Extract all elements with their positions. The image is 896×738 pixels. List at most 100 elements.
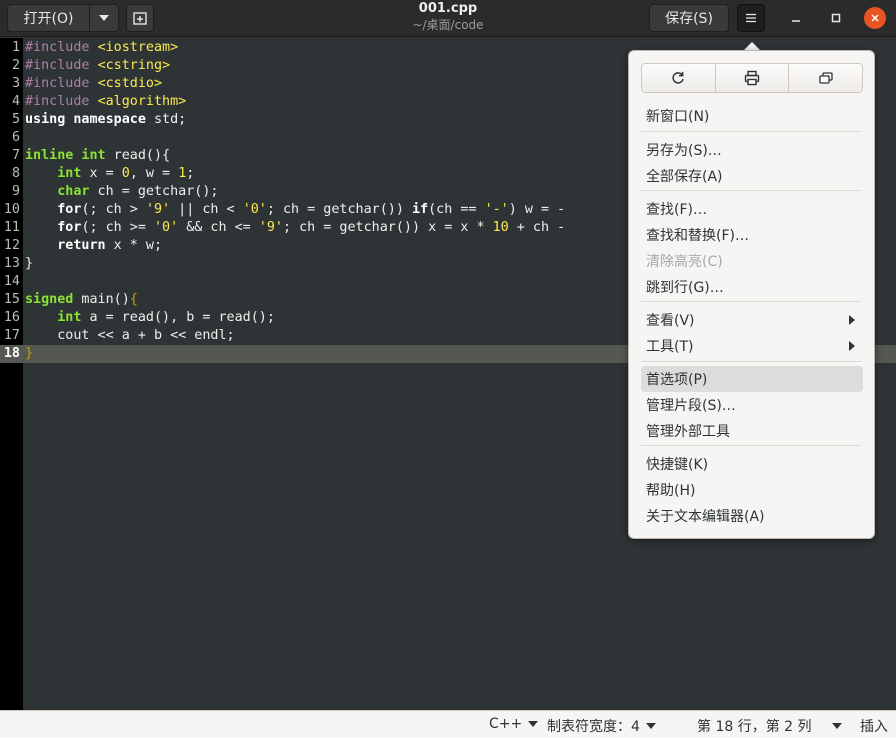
code-text: int x = 0, w = 1;: [25, 165, 194, 183]
code-token: + ch -: [508, 220, 566, 235]
menu-find[interactable]: 查找(F)…: [641, 196, 863, 222]
code-token: && ch <=: [178, 220, 259, 235]
menu-item-label: 跳到行(G)…: [646, 280, 724, 296]
menu-help[interactable]: 帮助(H): [641, 477, 863, 503]
line-number: 6: [11, 130, 20, 145]
open-button[interactable]: 打开(O): [8, 5, 90, 31]
code-token: <cstring>: [97, 58, 171, 73]
line-number: 2: [11, 58, 20, 73]
fullscreen-icon: [819, 72, 833, 84]
code-token: }: [25, 256, 34, 271]
menu-item-label: 管理片段(S)…: [646, 398, 736, 414]
menu-new-window[interactable]: 新窗口(N): [641, 103, 863, 129]
window-subtitle: ~/桌面/code: [412, 18, 484, 32]
code-token: char: [57, 184, 90, 199]
menu-shortcuts[interactable]: 快捷键(K): [641, 451, 863, 477]
new-tab-icon: [133, 12, 147, 25]
minimize-icon: [792, 20, 800, 22]
code-token: 0: [121, 166, 130, 181]
code-token: , w =: [129, 166, 179, 181]
menu-find-replace[interactable]: 查找和替换(F)…: [641, 222, 863, 248]
code-token: ch = getchar();: [89, 184, 219, 199]
code-token: || ch <: [170, 202, 243, 217]
language-selector[interactable]: C++: [489, 716, 539, 732]
open-recent-dropdown[interactable]: [90, 5, 118, 31]
menu-item-label: 另存为(S)…: [646, 143, 722, 159]
code-token: <cstdio>: [97, 76, 163, 91]
code-text: inline int read(){: [25, 147, 170, 165]
open-button-group[interactable]: 打开(O): [7, 4, 119, 32]
minimize-button[interactable]: [784, 6, 808, 30]
code-token: (; ch >: [81, 202, 146, 217]
line-number: 1: [11, 40, 20, 55]
code-token: return: [57, 238, 106, 253]
menu-item-label: 新窗口(N): [646, 109, 710, 125]
code-token: ; ch = getchar()) x = x *: [283, 220, 493, 235]
code-token: if: [412, 202, 429, 217]
code-text: signed main(){: [25, 291, 138, 309]
code-text: return x * w;: [25, 237, 162, 255]
menu-go-to-line[interactable]: 跳到行(G)…: [641, 274, 863, 300]
close-button[interactable]: [864, 7, 886, 29]
chevron-down-icon: [831, 723, 842, 729]
insert-mode-indicator[interactable]: 插入: [860, 716, 888, 736]
chevron-right-icon: [849, 315, 855, 325]
menu-icon-row: [641, 63, 863, 93]
tab-width-selector[interactable]: 制表符宽度：4: [547, 716, 656, 736]
line-number: 15: [3, 292, 20, 307]
cursor-position-selector[interactable]: 第 18 行，第 2 列: [697, 716, 842, 736]
code-token: x =: [81, 166, 122, 181]
tab-width-label: 制表符宽度：4: [547, 719, 640, 735]
main-menu-popover: 新窗口(N) 另存为(S)… 全部保存(A) 查找(F)… 查找和替换(F)… 清除高亮(…: [628, 50, 875, 539]
code-token: '0': [242, 202, 267, 217]
language-label: C++: [489, 716, 523, 732]
code-text: cout << a + b << endl;: [25, 327, 234, 345]
hamburger-menu-button[interactable]: [737, 4, 765, 32]
line-number: 4: [11, 94, 20, 109]
menu-save-all[interactable]: 全部保存(A): [641, 163, 863, 189]
menu-preferences[interactable]: 首选项(P): [641, 366, 863, 392]
code-token: (; ch >=: [81, 220, 154, 235]
print-button[interactable]: [715, 64, 790, 92]
menu-view[interactable]: 查看(V): [641, 307, 863, 333]
menu-separator: [641, 361, 861, 362]
close-icon: [871, 14, 879, 22]
line-number: 13: [3, 256, 20, 271]
chevron-down-icon: [99, 15, 109, 21]
menu-manage-snippets[interactable]: 管理片段(S)…: [641, 392, 863, 418]
code-token: (ch ==: [428, 202, 485, 217]
maximize-button[interactable]: [824, 6, 848, 30]
line-number: 11: [3, 220, 20, 235]
fullscreen-button[interactable]: [789, 64, 862, 92]
status-bar: C++ 制表符宽度：4 第 18 行，第 2 列 插入: [0, 710, 896, 738]
code-token: '9': [145, 202, 171, 217]
code-token: <iostream>: [97, 40, 179, 55]
menu-item-label: 查看(V): [646, 313, 695, 329]
code-text: char ch = getchar();: [25, 183, 219, 201]
code-text: #include <cstring>: [25, 57, 170, 75]
line-number: 16: [3, 310, 20, 325]
menu-item-label: 清除高亮(C): [646, 254, 723, 270]
code-token: for: [57, 202, 82, 217]
code-token: std;: [145, 112, 187, 127]
code-text: #include <algorithm>: [25, 93, 186, 111]
header-bar: 打开(O) 001.cpp ~/桌面/code 保存(S): [0, 0, 896, 37]
reload-button[interactable]: [642, 64, 716, 92]
save-button[interactable]: 保存(S): [649, 4, 729, 32]
menu-item-label: 查找和替换(F)…: [646, 228, 749, 244]
code-token: '9': [258, 220, 283, 235]
menu-save-as[interactable]: 另存为(S)…: [641, 137, 863, 163]
window-title: 001.cpp: [418, 1, 478, 16]
menu-tools[interactable]: 工具(T): [641, 333, 863, 359]
new-tab-button[interactable]: [126, 4, 154, 32]
line-number: 10: [3, 202, 20, 217]
line-number: 8: [11, 166, 20, 181]
menu-manage-external-tools[interactable]: 管理外部工具: [641, 418, 863, 444]
hamburger-icon: [746, 13, 756, 23]
menu-about[interactable]: 关于文本编辑器(A): [641, 503, 863, 529]
line-number: 14: [3, 274, 20, 289]
